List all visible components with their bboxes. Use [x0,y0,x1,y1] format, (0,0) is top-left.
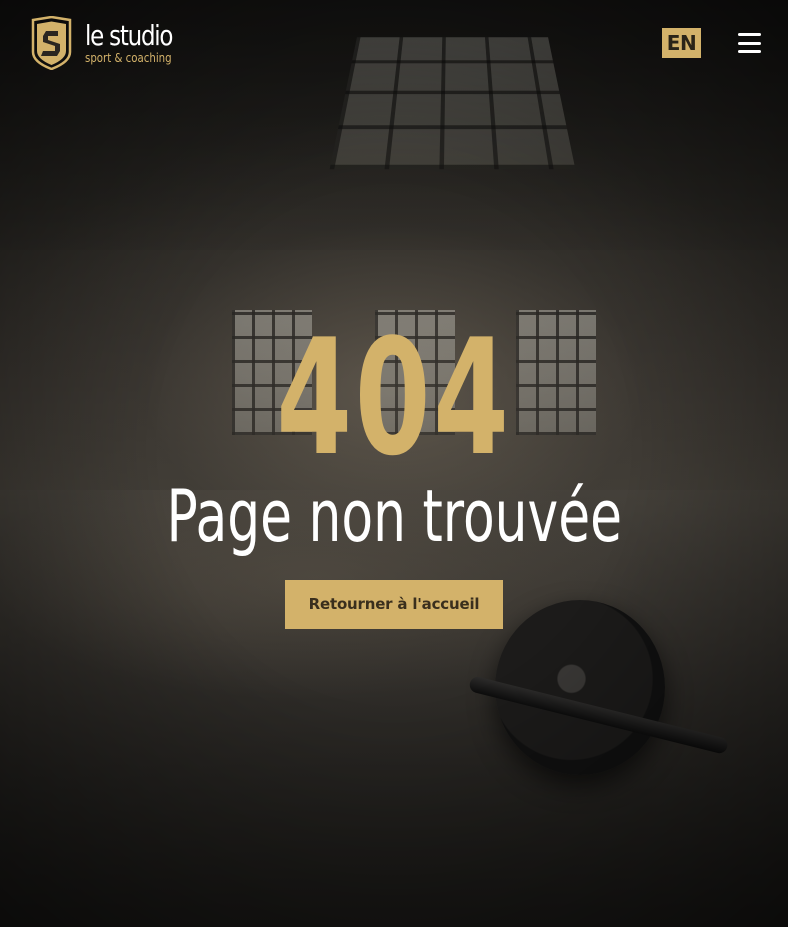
error-code: 404 [276,304,512,491]
menu-bar-line [738,41,761,45]
menu-bar-line [738,50,761,53]
back-home-button[interactable]: Retourner à l'accueil [284,580,504,629]
error-message: Page non trouvée [166,474,622,558]
site-header: le studio sport & coaching EN [0,0,788,86]
shield-s-logo-icon [31,16,72,70]
brand-logo-link[interactable]: le studio sport & coaching [30,16,191,70]
hamburger-menu-icon[interactable] [738,33,761,53]
menu-bar-line [738,33,761,36]
language-switch-button[interactable]: EN [662,28,701,58]
brand-name: le studio [85,19,173,52]
brand-tagline: sport & coaching [85,51,172,65]
error-content: 404 Page non trouvée Retourner à l'accue… [0,318,788,629]
